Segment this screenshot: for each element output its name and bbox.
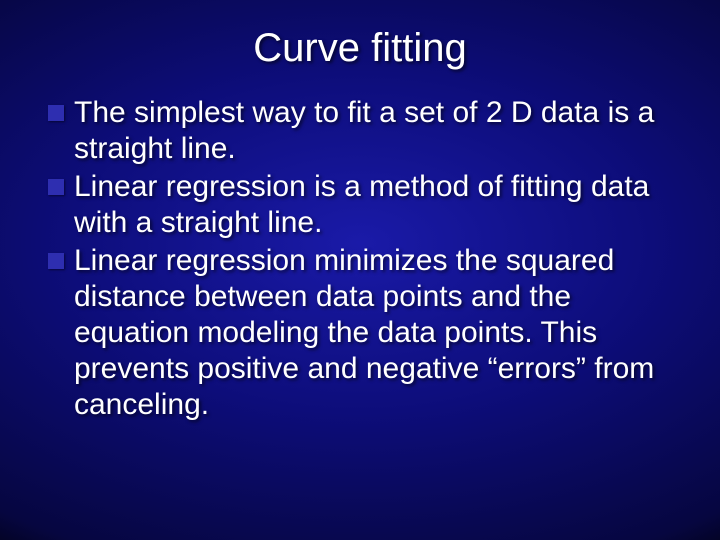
bullet-text: The simplest way to fit a set of 2 D dat… bbox=[74, 95, 672, 167]
bullet-text: Linear regression minimizes the squared … bbox=[74, 243, 672, 423]
square-bullet-icon bbox=[48, 179, 64, 195]
bullet-item: Linear regression minimizes the squared … bbox=[48, 243, 672, 423]
square-bullet-icon bbox=[48, 105, 64, 121]
bullet-text: Linear regression is a method of fitting… bbox=[74, 169, 672, 241]
square-bullet-icon bbox=[48, 253, 64, 269]
slide-title: Curve fitting bbox=[0, 0, 720, 71]
slide-body: The simplest way to fit a set of 2 D dat… bbox=[0, 71, 720, 423]
bullet-item: Linear regression is a method of fitting… bbox=[48, 169, 672, 241]
slide: Curve fitting The simplest way to fit a … bbox=[0, 0, 720, 540]
bullet-item: The simplest way to fit a set of 2 D dat… bbox=[48, 95, 672, 167]
